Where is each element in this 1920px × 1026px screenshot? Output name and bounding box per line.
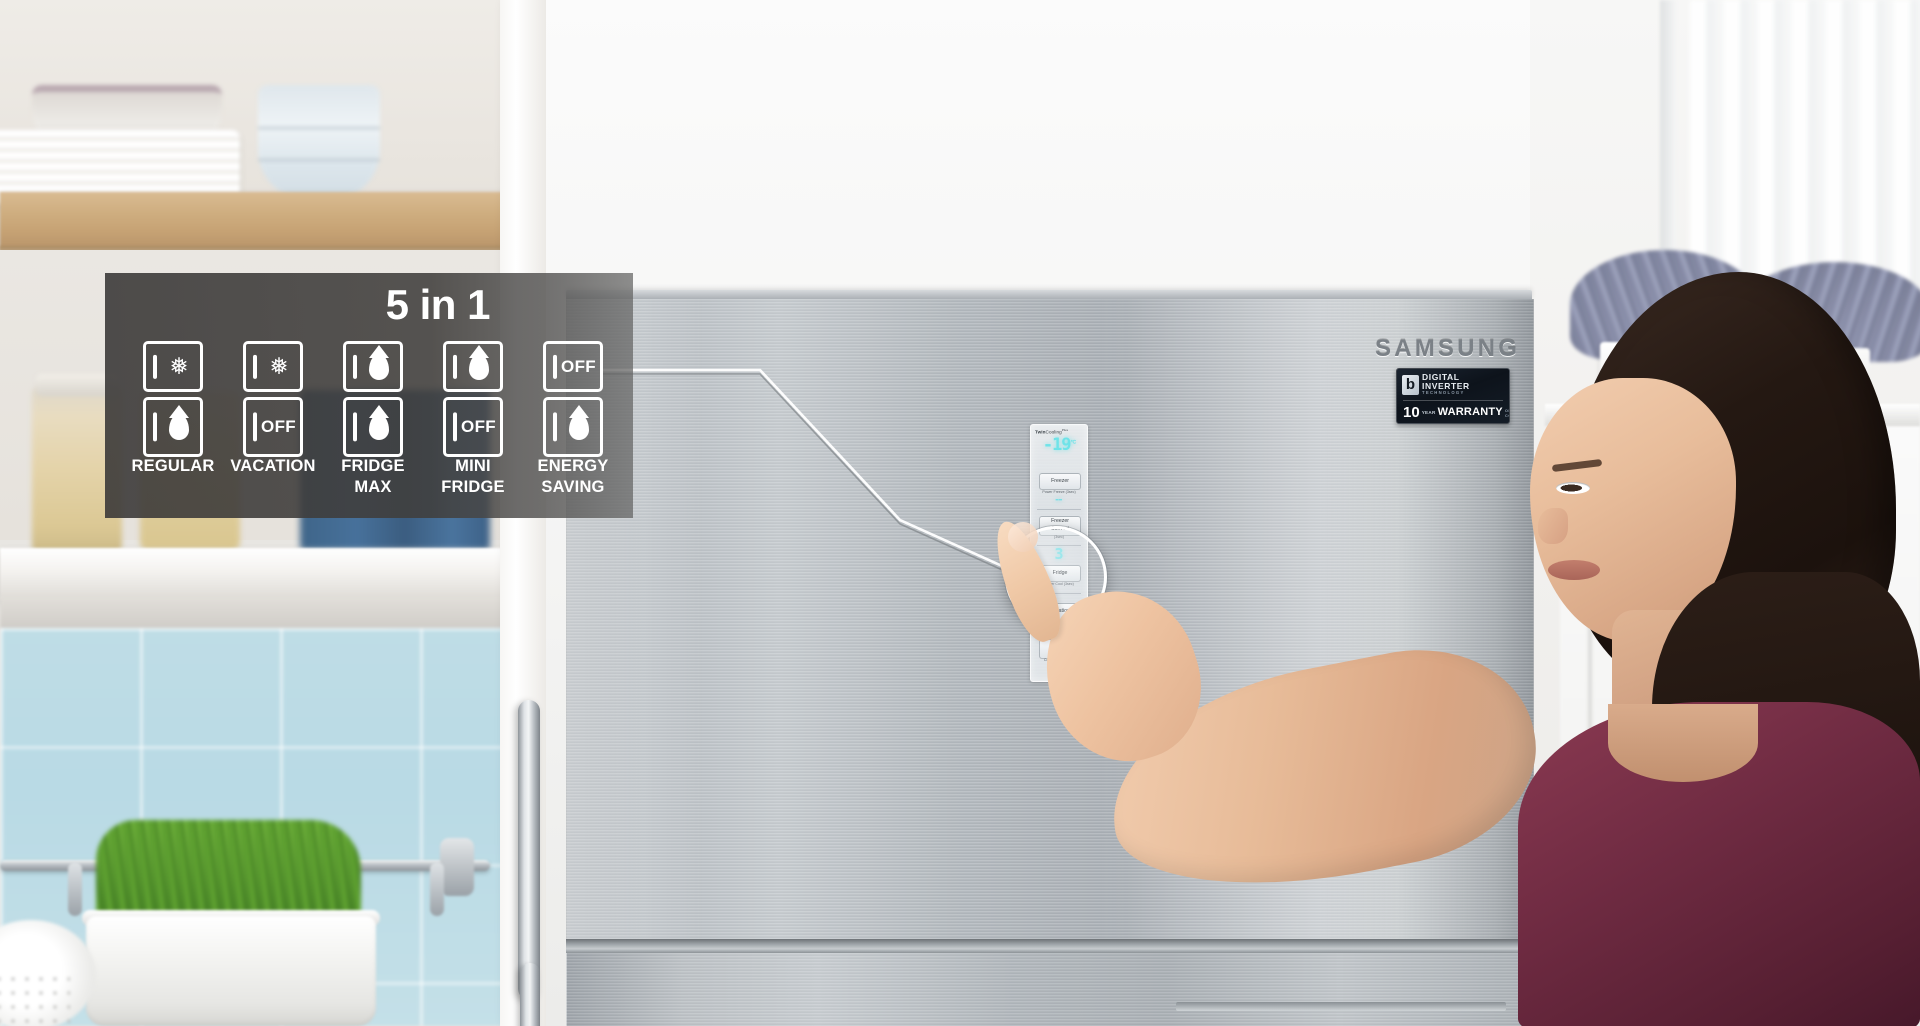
freezer-compartment-icon: ❅ — [143, 341, 203, 392]
mode-icon-list: ❅ REGULAR ❅ OFF VACATION FRIDGE MAX OFF MINI FRID… — [123, 341, 623, 498]
nose — [1538, 508, 1568, 544]
off-label: OFF — [461, 417, 496, 436]
promo-image: SAMSUNG b DIGITAL INVERTER TECHNOLOGY 10… — [0, 0, 1920, 1026]
rail-hook-right — [430, 862, 444, 916]
panel-button-fridge-label: Fridge — [1052, 570, 1068, 576]
panel-divider-1 — [1037, 509, 1081, 510]
compartment-door-bar — [253, 354, 257, 379]
white-shelf-lower — [0, 548, 530, 600]
mode-item-regular: ❅ REGULAR — [123, 341, 223, 498]
kitchen-rail-bracket — [440, 838, 474, 896]
mode-label: VACATION — [230, 457, 316, 475]
fridge-compartment-icon — [143, 397, 203, 457]
fridge-mode-icon: OFF — [543, 341, 603, 457]
mode-item-energy-saving: OFF ENERGY SAVING — [523, 341, 623, 498]
twin-cooling-brand-rest: Cooling — [1045, 429, 1062, 435]
freezer-compartment-icon — [343, 341, 403, 392]
compartment-door-bar — [453, 354, 457, 379]
person-pointing — [983, 272, 1920, 1026]
compartment-door-bar — [153, 354, 157, 379]
water-drop-icon — [569, 414, 589, 440]
fridge-mode-icon: OFF — [443, 341, 503, 457]
compartment-door-bar — [153, 412, 157, 442]
lips — [1548, 560, 1600, 580]
fridge-mode-icon: ❅ — [143, 341, 203, 457]
mode-item-vacation: ❅ OFF VACATION — [223, 341, 323, 498]
white-shelf-lower-underside — [0, 596, 530, 630]
twin-cooling-brand-sup: Plus — [1061, 428, 1069, 432]
freezer-compartment-icon: OFF — [543, 341, 603, 392]
compartment-door-bar — [353, 354, 357, 379]
badge-year-label: YEAR — [1421, 410, 1436, 415]
fridge-upper-handle[interactable] — [518, 700, 540, 1000]
panel-button-freezer-convert[interactable]: Freezer Convert — [1039, 516, 1081, 536]
white-planter — [86, 916, 376, 1026]
fridge-compartment-icon — [343, 397, 403, 457]
compartment-door-bar — [253, 412, 257, 442]
snowflake-icon: ❅ — [269, 353, 289, 379]
freezer-temperature-value: -19 — [1042, 435, 1072, 455]
fridge-door-gap — [566, 939, 1532, 953]
freezer-compartment-icon — [443, 341, 503, 392]
panel-button-freezer[interactable]: Freezer — [1039, 473, 1081, 490]
off-label: OFF — [561, 356, 596, 376]
panel-button-freezer-label: Freezer — [1051, 478, 1069, 484]
mode-item-fridge-max: FRIDGE MAX — [323, 341, 423, 498]
mode-label: FRIDGE MAX — [341, 457, 405, 497]
freezer-compartment-icon: ❅ — [243, 341, 303, 392]
mode-item-mini-fridge: OFF MINI FRIDGE — [423, 341, 523, 498]
compartment-door-bar — [453, 412, 457, 442]
window-curtain — [1690, 0, 1920, 300]
panel-sub-freezer-convert: (3sec) — [1054, 535, 1064, 539]
twin-cooling-brand: TwinCoolingPlus — [1035, 428, 1068, 435]
panel-glow-freezer: ▬▬ — [1055, 497, 1063, 503]
five-in-one-overlay: 5 in 1 ❅ REGULAR ❅ OFF VACATION FRIDGE MAX OFF M… — [105, 273, 633, 518]
panel-button-freezer-convert-label: Freezer Convert — [1050, 518, 1070, 532]
eye — [1556, 482, 1590, 494]
compartment-door-bar — [553, 412, 557, 442]
overlay-title: 5 in 1 — [385, 281, 491, 328]
freezer-temperature-display: -19℃ — [1034, 437, 1084, 454]
freezer-temperature-unit: ℃ — [1070, 439, 1077, 446]
fridge-mode-icon: ❅ OFF — [243, 341, 303, 457]
fridge-compartment-icon — [543, 397, 603, 457]
fridge-temperature-display: 3 — [1054, 545, 1064, 563]
water-drop-icon — [169, 414, 189, 440]
badge-years: 10 — [1403, 404, 1420, 421]
compartment-door-bar — [553, 354, 557, 379]
rail-hook-left — [68, 862, 82, 916]
mode-label: MINI FRIDGE — [441, 457, 505, 497]
water-drop-icon — [369, 353, 389, 380]
water-drop-icon — [369, 414, 389, 440]
twin-cooling-brand-bold: Twin — [1035, 429, 1046, 435]
panel-sub-freezer: Power Freeze (3sec) — [1042, 490, 1076, 494]
off-label: OFF — [261, 417, 296, 436]
fridge-compartment-icon: OFF — [443, 397, 503, 457]
wooden-shelf-upper — [0, 192, 530, 250]
stacked-bowls — [258, 85, 380, 200]
mode-label: REGULAR — [131, 457, 215, 475]
fridge-lower-handle[interactable] — [520, 963, 540, 1026]
fridge-compartment-icon: OFF — [243, 397, 303, 457]
mode-label: ENERGY SAVING — [537, 457, 609, 497]
compartment-door-bar — [353, 412, 357, 442]
fridge-mode-icon — [343, 341, 403, 457]
water-drop-icon — [469, 353, 489, 380]
snowflake-icon: ❅ — [169, 353, 189, 379]
fridge-lower-door[interactable] — [566, 953, 1533, 1026]
badge-b-mark: b — [1402, 374, 1419, 395]
shirt-collar — [1608, 704, 1758, 782]
